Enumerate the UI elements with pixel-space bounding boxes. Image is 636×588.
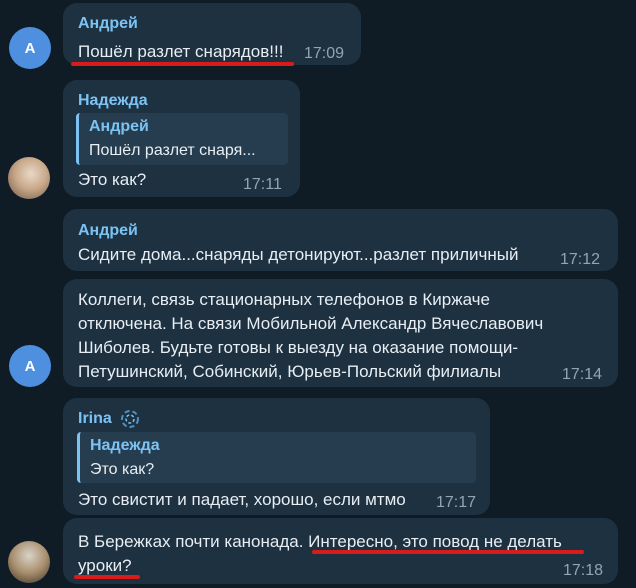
loading-spinner-icon	[121, 410, 139, 428]
message-author[interactable]: Irina	[78, 410, 112, 428]
message-text-line: Коллеги, связь стационарных телефонов в …	[78, 290, 490, 309]
reply-quote[interactable]: Андрей Пошёл разлет снаря...	[76, 113, 288, 165]
message-bubble[interactable]: Irina Надежда Это как? Это свистит и пад…	[63, 398, 490, 515]
message-bubble[interactable]: Андрей Пошёл разлет снарядов!!! 17:09	[63, 3, 361, 65]
message-bubble[interactable]: Коллеги, связь стационарных телефонов в …	[63, 279, 618, 387]
highlight-underline	[74, 575, 140, 579]
message-author[interactable]: Андрей	[78, 222, 138, 240]
message-text: Это как?	[78, 170, 147, 189]
quote-author: Надежда	[90, 437, 160, 454]
avatar-initial: А	[24, 357, 36, 375]
message-author[interactable]: Андрей	[78, 15, 138, 33]
quote-text: Пошёл разлет снаря...	[89, 142, 256, 159]
message-text: Пошёл разлет снарядов!!!	[78, 42, 284, 61]
reply-quote[interactable]: Надежда Это как?	[77, 432, 476, 483]
avatar-andrey[interactable]: А	[9, 27, 51, 69]
avatar-andrey[interactable]: А	[9, 345, 51, 387]
message-time: 17:09	[304, 45, 345, 62]
avatar-initial: А	[24, 39, 36, 57]
message-text-line: отключена. На связи Мобильной Александр …	[78, 314, 544, 333]
quote-author: Андрей	[89, 118, 149, 135]
highlight-underline	[71, 62, 294, 66]
message-text-line: Шиболев. Будьте готовы к выезду на оказа…	[78, 338, 519, 357]
message-time: 17:17	[436, 494, 477, 511]
message-time: 17:12	[560, 251, 601, 268]
quote-text: Это как?	[90, 461, 155, 478]
message-text-line: Петушинский, Собинский, Юрьев-Польский ф…	[78, 362, 502, 381]
message-author[interactable]: Надежда	[78, 92, 148, 110]
highlight-underline	[312, 550, 584, 554]
message-time: 17:14	[562, 366, 603, 383]
message-bubble[interactable]: Андрей Сидите дома...снаряды детонируют.…	[63, 209, 618, 271]
message-time: 17:11	[243, 176, 282, 193]
message-bubble[interactable]: Надежда Андрей Пошёл разлет снаря... Это…	[63, 80, 300, 197]
avatar-nadezhda[interactable]	[8, 157, 50, 199]
message-time: 17:18	[563, 562, 604, 579]
message-text: Сидите дома...снаряды детонируют...разле…	[78, 245, 519, 264]
message-text: Это свистит и падает, хорошо, если мтмо	[78, 490, 406, 509]
avatar-user[interactable]	[8, 541, 50, 583]
